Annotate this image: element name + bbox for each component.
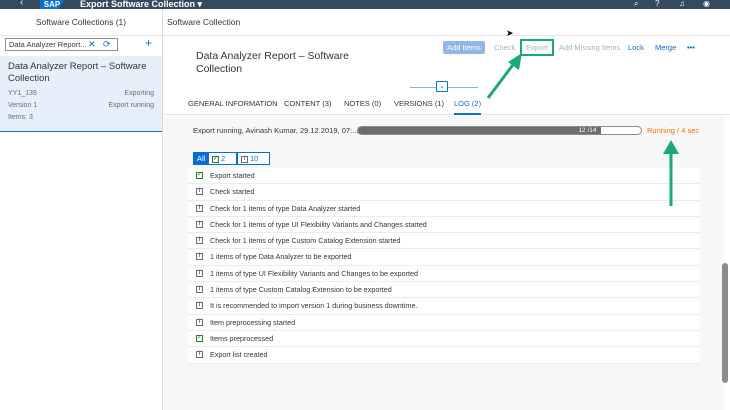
- success-icon: ✓: [212, 155, 219, 163]
- tab-general-information[interactable]: GENERAL INFORMATION: [188, 97, 278, 115]
- log-row: i It is recommended to import version 1 d…: [188, 298, 700, 315]
- running-status: Running / 4 sec: [647, 126, 700, 135]
- item-id: YY1_139: [8, 90, 37, 97]
- log-message: Export list created: [210, 350, 268, 360]
- add-items-button[interactable]: Add Items: [443, 41, 485, 54]
- log-message: Check for 1 items of type Custom Catalog…: [210, 236, 401, 246]
- search-row: Data Analyzer Report... ✕ ⟳ +: [0, 36, 162, 54]
- log-message: Item preprocessing started: [210, 317, 296, 327]
- filter-success-button[interactable]: ✓ 2: [208, 152, 237, 165]
- search-value: Data Analyzer Report...: [9, 40, 87, 49]
- log-message: Export started: [210, 171, 255, 180]
- progress-row: Export running, Avinash Kumar, 29.12.201…: [193, 125, 703, 137]
- info-icon: i: [196, 204, 203, 212]
- sap-logo: SAP: [40, 0, 64, 9]
- success-icon: ✓: [196, 334, 203, 342]
- log-row: i Check for 1 items of type Data Analyzer…: [188, 201, 700, 217]
- info-icon: i: [241, 155, 248, 163]
- refresh-icon[interactable]: ⟳: [103, 39, 111, 50]
- clear-icon[interactable]: ✕: [88, 39, 96, 50]
- log-row: i Check for 1 items of type Custom Catalo…: [188, 233, 700, 250]
- master-header: Software Collections (1): [0, 9, 162, 36]
- lock-button[interactable]: Lock: [628, 41, 644, 54]
- add-missing-items-button[interactable]: Add Missing Items: [559, 41, 620, 54]
- list-item[interactable]: Data Analyzer Report – Software Collecti…: [0, 56, 162, 132]
- progress-text: Export running, Avinash Kumar, 29.12.201…: [193, 126, 359, 135]
- log-row: ✓ Export started: [188, 168, 700, 185]
- log-message: 1 items of type Data Analyzer to be expo…: [210, 252, 352, 262]
- log-row: i Check started: [188, 184, 700, 201]
- merge-button[interactable]: Merge: [655, 41, 676, 54]
- tab-bar: GENERAL INFORMATION CONTENT (3) NOTES (0…: [164, 97, 730, 115]
- info-icon: i: [196, 188, 203, 196]
- item-status: Exporting: [124, 90, 154, 97]
- help-icon[interactable]: ?: [655, 0, 659, 8]
- info-icon: i: [196, 269, 203, 277]
- progress-fill: 12 /14: [358, 127, 601, 134]
- object-title: Data Analyzer Report – Software Collecti…: [196, 50, 349, 75]
- log-message: It is recommended to import version 1 du…: [210, 301, 418, 311]
- collapse-header-button[interactable]: ⌄: [436, 81, 448, 92]
- success-icon: ✓: [196, 172, 203, 179]
- search-input[interactable]: Data Analyzer Report... ✕ ⟳: [5, 38, 118, 51]
- tab-notes[interactable]: NOTES (0): [344, 97, 381, 115]
- info-icon: i: [196, 220, 203, 228]
- info-icon: i: [196, 237, 203, 245]
- tab-content[interactable]: CONTENT (3): [284, 97, 331, 115]
- info-icon: i: [196, 351, 203, 359]
- item-version: Version 1: [8, 102, 38, 109]
- tab-log[interactable]: LOG (2): [454, 97, 482, 115]
- info-icon: i: [196, 286, 203, 294]
- search-icon[interactable]: ⌕: [634, 0, 638, 9]
- log-list: ✓ Export started i Check started i Check for …: [188, 168, 700, 364]
- info-icon: i: [196, 253, 203, 261]
- log-row: i 1 items of type UI Flexibility Variants…: [188, 266, 700, 283]
- item-title: Data Analyzer Report – Software Collecti…: [8, 61, 147, 84]
- log-message: 1 items of type UI Flexibility Variants …: [210, 268, 419, 278]
- filter-info-button[interactable]: i 10: [237, 152, 270, 165]
- log-message: 1 items of type Custom Catalog Extension…: [210, 285, 392, 295]
- master-list: Software Collections (1) Data Analyzer R…: [0, 9, 163, 410]
- export-button[interactable]: Export: [520, 39, 554, 56]
- detail-header: Software Collection: [164, 9, 730, 36]
- log-message: Check for 1 items of type UI Flexibility…: [210, 219, 427, 229]
- progress-bar: 12 /14: [357, 126, 642, 135]
- log-row: i Check for 1 items of type UI Flexibilit…: [188, 217, 700, 234]
- bell-icon[interactable]: ♫: [679, 0, 685, 8]
- log-message: Check started: [210, 187, 255, 197]
- progress-label: 12 /14: [578, 127, 597, 134]
- scrollbar[interactable]: [722, 263, 728, 383]
- back-icon[interactable]: ‹: [20, 0, 23, 8]
- log-message: Items preprocessed: [210, 333, 274, 343]
- log-row: i Export list created: [188, 347, 700, 364]
- log-row: i 1 items of type Custom Catalog Extensio…: [188, 282, 700, 299]
- mouse-cursor-icon: ➤: [506, 28, 514, 38]
- check-button[interactable]: Check: [494, 41, 515, 54]
- info-icon: i: [196, 302, 203, 310]
- detail-pane: Software Collection Data Analyzer Report…: [164, 9, 730, 410]
- item-export-status: Export running: [108, 102, 154, 109]
- more-button[interactable]: •••: [687, 41, 695, 54]
- item-count: Items: 3: [8, 114, 33, 121]
- add-collection-button[interactable]: +: [145, 36, 152, 50]
- log-row: ✓ Items preprocessed: [188, 331, 700, 348]
- log-row: i Item preprocessing started: [188, 315, 700, 331]
- tab-versions[interactable]: VERSIONS (1): [394, 97, 444, 115]
- log-message: Check for 1 items of type Data Analyzer …: [210, 203, 361, 213]
- shell-bar: ‹ SAP Export Software Collection ▾ ⌕ ? ♫…: [0, 0, 730, 9]
- log-row: i 1 items of type Data Analyzer to be exp…: [188, 249, 700, 266]
- filter-all-button[interactable]: All: [193, 152, 208, 165]
- user-icon[interactable]: ◉: [703, 0, 710, 8]
- info-icon: i: [196, 318, 203, 326]
